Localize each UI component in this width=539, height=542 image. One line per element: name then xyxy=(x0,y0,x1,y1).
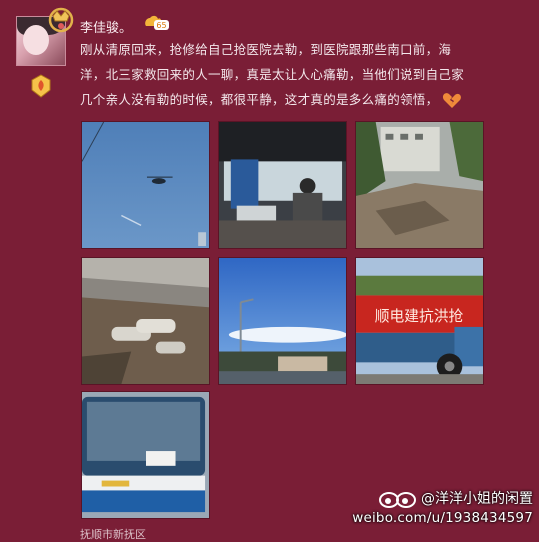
vip-level-text: 65 xyxy=(156,21,166,30)
truck-banner-photo[interactable]: 顺电建抗洪抢 xyxy=(355,257,484,385)
bus-interior-photo[interactable] xyxy=(218,121,347,249)
vip-level-badge[interactable]: 65 xyxy=(143,14,169,30)
watermark-handle-row: @洋洋小姐的闲置 xyxy=(352,488,533,508)
truck-banner-text: 顺电建抗洪抢 xyxy=(375,307,464,325)
post-text-line-1: 刚从清原回来，抢修给自己抢医院去勒，到医院跟那些南口前，海 xyxy=(80,42,452,57)
helicopter-photo[interactable] xyxy=(81,121,210,249)
username[interactable]: 李佳骏。 xyxy=(80,17,132,36)
collapsed-building-photo[interactable] xyxy=(355,121,484,249)
sky-street-photo[interactable] xyxy=(218,257,347,385)
fire-level-badge-icon xyxy=(31,74,51,98)
watermark-url: weibo.com/u/1938434597 xyxy=(352,510,533,526)
post-text: 刚从清原回来，抢修给自己抢医院去勒，到医院跟那些南口前，海 洋，北三家救回来的人… xyxy=(80,37,510,112)
watermark-handle: @洋洋小姐的闲置 xyxy=(421,491,533,507)
broken-heart-icon xyxy=(443,93,462,108)
crown-icon xyxy=(48,7,74,33)
post-text-line-2: 洋，北三家救回来的人一聊，真是太让人心痛勒，当他们说到自己家 xyxy=(80,67,465,82)
post-text-line-3: 几个亲人没有勒的时候，都很平静，这才真的是多么痛的领悟， xyxy=(80,87,510,112)
post-location[interactable]: 抚顺市新抚区 xyxy=(80,526,146,542)
weibo-logo-icon xyxy=(379,492,416,508)
broken-road-pipes-photo[interactable] xyxy=(81,257,210,385)
bus-front-photo[interactable] xyxy=(81,391,210,519)
weibo-watermark: @洋洋小姐的闲置 weibo.com/u/1938434597 xyxy=(352,488,533,526)
